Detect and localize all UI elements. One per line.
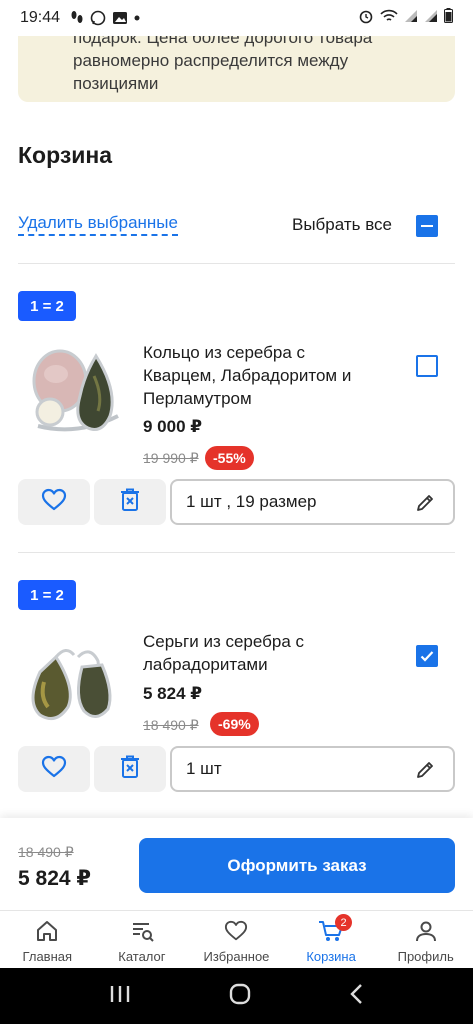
heart-icon bbox=[41, 755, 67, 784]
checkout-total: 5 824 ₽ bbox=[18, 867, 91, 890]
favorite-button[interactable] bbox=[18, 479, 90, 525]
tab-label: Профиль bbox=[397, 949, 454, 964]
favorite-button[interactable] bbox=[18, 746, 90, 792]
delete-selected-link[interactable]: Удалить выбранные bbox=[18, 213, 178, 236]
product-name-line: Кварцем, Лабрадоритом и bbox=[143, 366, 352, 385]
product-image-ring[interactable] bbox=[18, 336, 128, 446]
status-bar: 19:44 bbox=[0, 0, 473, 36]
checkout-bar: 18 490 ₽ 5 824 ₽ Оформить заказ bbox=[0, 818, 473, 910]
divider bbox=[18, 263, 455, 264]
signal-icon bbox=[404, 9, 418, 28]
tab-cart[interactable]: 2 Корзина bbox=[284, 911, 379, 968]
notice-line: позициями bbox=[73, 74, 159, 93]
page-title: Корзина bbox=[18, 142, 113, 168]
heart-icon bbox=[224, 919, 248, 946]
product-name-line: Перламутром bbox=[143, 389, 252, 408]
product-price: 9 000 ₽ bbox=[143, 417, 203, 436]
delete-item-button[interactable] bbox=[94, 479, 166, 525]
signal2-icon bbox=[424, 9, 438, 28]
tab-home[interactable]: Главная bbox=[0, 911, 95, 968]
place-order-button[interactable]: Оформить заказ bbox=[139, 838, 455, 893]
profile-icon bbox=[414, 919, 438, 946]
pencil-icon[interactable] bbox=[415, 493, 435, 518]
product-name-line: Серьги из серебра с bbox=[143, 632, 305, 651]
gallery-icon bbox=[112, 11, 128, 25]
product-name-line: Кольцо из серебра с bbox=[143, 343, 306, 362]
whatsapp-icon bbox=[90, 10, 106, 26]
catalog-icon bbox=[130, 919, 154, 946]
item-options-value: 1 шт bbox=[186, 759, 222, 778]
item-checkbox[interactable] bbox=[416, 355, 438, 377]
product-name[interactable]: Кольцо из серебра с Кварцем, Лабрадорито… bbox=[143, 341, 383, 410]
divider bbox=[18, 552, 455, 553]
wifi-icon bbox=[380, 9, 398, 28]
product-price: 5 824 ₽ bbox=[143, 684, 203, 703]
select-all-checkbox[interactable] bbox=[416, 215, 438, 237]
home-icon bbox=[35, 919, 59, 946]
bottom-tab-bar: Главная Каталог Избранное 2 Корзина Проф… bbox=[0, 910, 473, 968]
trash-icon bbox=[120, 488, 140, 517]
trash-icon bbox=[120, 755, 140, 784]
tab-label: Корзина bbox=[306, 949, 356, 964]
recents-icon[interactable] bbox=[109, 984, 131, 1009]
item-options-field[interactable]: 1 шт , 19 размер bbox=[170, 479, 455, 525]
dot-icon bbox=[134, 15, 140, 21]
item-options-value: 1 шт , 19 размер bbox=[186, 492, 317, 511]
tab-label: Избранное bbox=[203, 949, 270, 964]
footprints-icon bbox=[70, 10, 84, 26]
select-all-label[interactable]: Выбрать все bbox=[292, 215, 392, 235]
tab-profile[interactable]: Профиль bbox=[378, 911, 473, 968]
promo-badge: 1 = 2 bbox=[18, 580, 76, 610]
cart-count-badge: 2 bbox=[335, 914, 353, 931]
pencil-icon[interactable] bbox=[415, 760, 435, 785]
check-icon bbox=[420, 651, 434, 662]
discount-badge: -69% bbox=[210, 712, 259, 736]
product-old-price: 18 490 ₽ bbox=[143, 717, 199, 733]
discount-badge: -55% bbox=[205, 446, 254, 470]
product-image-earrings[interactable] bbox=[18, 627, 128, 737]
heart-icon bbox=[41, 488, 67, 517]
notice-line: равномерно распределится между bbox=[73, 51, 349, 70]
alarm-icon bbox=[358, 8, 374, 29]
product-name[interactable]: Серьги из серебра с лабрадоритами bbox=[143, 630, 383, 676]
product-old-price: 19 990 ₽ bbox=[143, 450, 199, 466]
item-options-field[interactable]: 1 шт bbox=[170, 746, 455, 792]
tab-catalog[interactable]: Каталог bbox=[95, 911, 190, 968]
product-name-line: лабрадоритами bbox=[143, 655, 268, 674]
battery-icon bbox=[444, 8, 453, 28]
delete-item-button[interactable] bbox=[94, 746, 166, 792]
home-button-icon[interactable] bbox=[228, 982, 252, 1011]
tab-label: Каталог bbox=[118, 949, 166, 964]
checkout-old-total: 18 490 ₽ bbox=[18, 844, 74, 860]
status-right bbox=[358, 8, 453, 29]
item-checkbox[interactable] bbox=[416, 645, 438, 667]
promo-badge: 1 = 2 bbox=[18, 291, 76, 321]
status-time: 19:44 bbox=[20, 9, 61, 26]
tab-favorites[interactable]: Избранное bbox=[189, 911, 284, 968]
tab-label: Главная bbox=[22, 949, 73, 964]
back-icon[interactable] bbox=[349, 983, 365, 1010]
system-nav-bar bbox=[0, 968, 473, 1024]
